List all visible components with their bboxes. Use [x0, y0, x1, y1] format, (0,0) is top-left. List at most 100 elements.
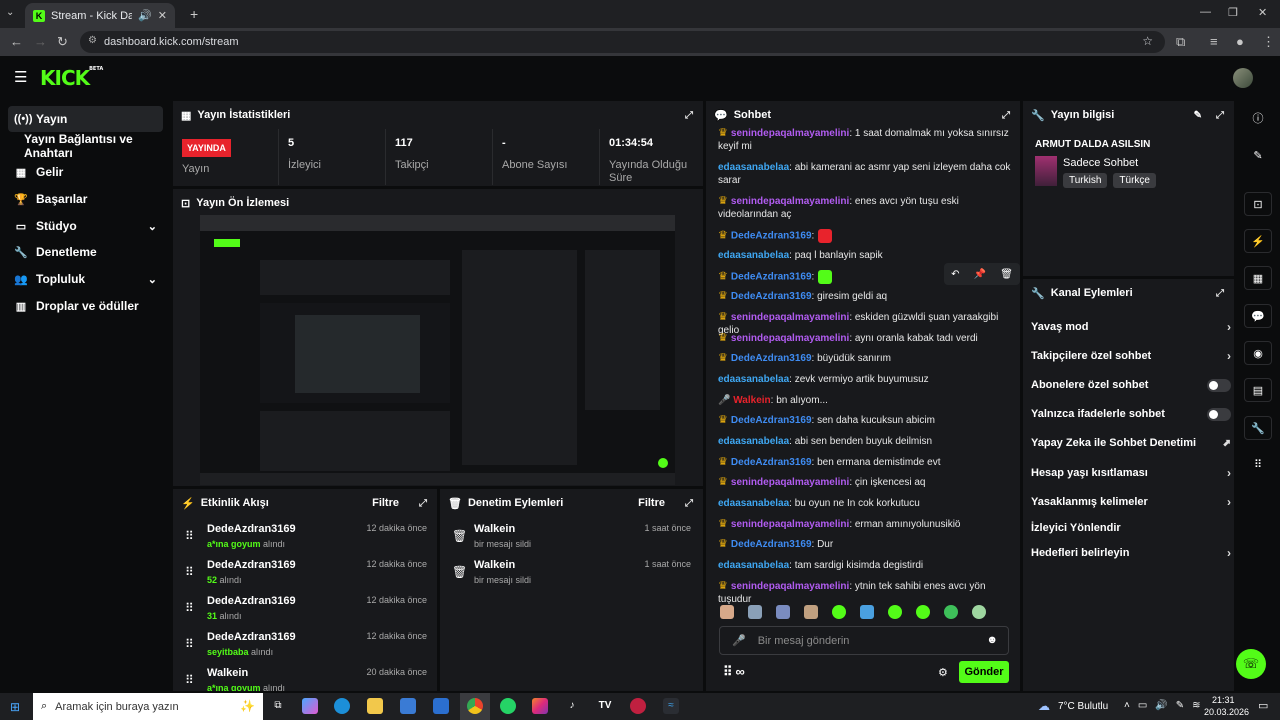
mail-icon[interactable]	[433, 698, 449, 714]
speaker-icon[interactable]: 🔊	[138, 9, 152, 22]
chat-message[interactable]: edaasanabelaa: bu oyun ne In cok korkutu…	[718, 497, 1018, 510]
pen-icon[interactable]: ✎	[1176, 700, 1184, 711]
instagram-icon[interactable]	[532, 698, 548, 714]
chat-message[interactable]: ♛ senindepaqalmayamelini: 1 saat domalma…	[718, 127, 1018, 153]
expand-icon[interactable]: ⤢	[1002, 110, 1010, 121]
wrench-icon[interactable]: 🔧	[1244, 416, 1272, 440]
wifi-icon[interactable]: ≋	[1192, 700, 1200, 711]
chat-username[interactable]: DedeAzdran3169	[731, 415, 812, 426]
chat-username[interactable]: DedeAzdran3169	[731, 457, 812, 468]
chat-message[interactable]: edaasanabelaa: paq l banlayin sapik	[718, 249, 1018, 262]
reading-list-icon[interactable]: ≡	[1210, 34, 1218, 49]
account-age-row[interactable]: Hesap yaşı kısıtlaması ›	[1031, 463, 1231, 483]
chat-username[interactable]: senindepaqalmayamelini	[731, 581, 849, 592]
kick-logo[interactable]: KICKBETA	[40, 66, 103, 90]
sidebar-item-droplar[interactable]: ▥ Droplar ve ödüller	[8, 293, 163, 319]
taskbar-search[interactable]: ⌕ Aramak için buraya yazın ✨	[33, 693, 263, 720]
chat-message[interactable]: edaasanabelaa: tam sardigi kisimda degis…	[718, 559, 1018, 572]
address-bar[interactable]: ⚙ dashboard.kick.com/stream ☆	[80, 31, 1165, 53]
expand-icon[interactable]: ⤢	[685, 498, 693, 509]
filter-button[interactable]: Filtre	[372, 497, 399, 509]
support-chat-icon[interactable]: ☏	[1236, 649, 1266, 679]
hamburger-menu-icon[interactable]: ☰	[14, 68, 27, 86]
menu-icon[interactable]: ⋮	[1262, 34, 1275, 50]
sidebar-item-basarilar[interactable]: 🏆 Başarılar	[8, 186, 163, 212]
expand-icon[interactable]: ⤢	[1216, 110, 1224, 121]
chat-message[interactable]: ♛ DedeAzdran3169:	[718, 229, 1018, 243]
chat-message[interactable]: edaasanabelaa: abi sen benden buyuk deil…	[718, 435, 1018, 448]
start-icon[interactable]: ⊞	[10, 700, 20, 714]
file-explorer-icon[interactable]	[367, 698, 383, 714]
chat-input[interactable]: 🎤 Bir mesaj gönderin ☻	[719, 626, 1009, 655]
clock-time[interactable]: 21:31	[1212, 695, 1235, 705]
chat-username[interactable]: edaasanabelaa	[718, 498, 789, 509]
broadcast-icon[interactable]: ◉	[1244, 341, 1272, 365]
emote-only-toggle[interactable]	[1207, 407, 1231, 421]
sidebar-item-studyo[interactable]: ▭ Stüdyo ⌄	[8, 213, 163, 239]
send-button[interactable]: Gönder	[959, 661, 1009, 683]
chat-message[interactable]: ♛ senindepaqalmayamelini: aynı oranla ka…	[718, 332, 1018, 345]
activity-user[interactable]: DedeAzdran3169	[207, 523, 296, 535]
points-display[interactable]: ⠿ ∞	[723, 664, 745, 680]
emote-icon[interactable]	[804, 605, 818, 619]
emote-icon[interactable]	[748, 605, 762, 619]
tab-list-icon[interactable]: ⌄	[6, 7, 14, 18]
pin-icon[interactable]: 📌	[974, 269, 986, 280]
delete-icon[interactable]: 🗑	[1000, 269, 1013, 280]
chat-message[interactable]: ♛ DedeAzdran3169: giresim geldi aq	[718, 290, 1018, 303]
bookmark-star-icon[interactable]: ☆	[1142, 34, 1153, 48]
emote-icon[interactable]	[860, 605, 874, 619]
minimize-icon[interactable]: —	[1200, 6, 1211, 18]
activity-user[interactable]: Walkein	[207, 667, 248, 679]
sidebar-item-stream-key[interactable]: Yayın Bağlantısı ve Anahtarı	[8, 132, 173, 160]
expand-icon[interactable]: ⤢	[419, 498, 427, 509]
host-row[interactable]: İzleyici Yönlendir	[1031, 518, 1231, 538]
stream-preview-video[interactable]	[200, 215, 675, 485]
undo-icon[interactable]: ↶	[951, 269, 959, 280]
task-view-icon[interactable]: ⧉	[270, 698, 286, 714]
volume-icon[interactable]: 🔊	[1155, 700, 1167, 711]
info-icon[interactable]: ⓘ	[1244, 106, 1272, 130]
close-tab-icon[interactable]: ✕	[158, 9, 167, 22]
chat-message[interactable]: 🎤 Walkein: bn alıyom...	[718, 394, 1018, 407]
extensions-icon[interactable]: ⧉	[1176, 34, 1185, 50]
activity-user[interactable]: DedeAzdran3169	[207, 595, 296, 607]
forward-icon[interactable]: →	[34, 34, 47, 49]
chat-message[interactable]: ♛ DedeAzdran3169: ben ermana demistimde …	[718, 456, 1018, 469]
chat-username[interactable]: edaasanabelaa	[718, 436, 789, 447]
chat-message[interactable]: ♛ senindepaqalmayamelini: erman amınıyol…	[718, 518, 1018, 531]
edit-icon[interactable]: ✎	[1244, 143, 1272, 167]
chat-username[interactable]: DedeAzdran3169	[731, 353, 812, 364]
chat-username[interactable]: DedeAzdran3169	[731, 539, 812, 550]
tray-icons[interactable]: ˄ ▭ 🔊 ✎ ≋	[1124, 700, 1201, 711]
stats-icon[interactable]: ▦	[1244, 266, 1272, 290]
clock-date[interactable]: 20.03.2026	[1204, 707, 1249, 717]
app-icon[interactable]: ≈	[663, 698, 679, 714]
reload-icon[interactable]: ↻	[57, 34, 68, 50]
app-icon[interactable]	[630, 698, 646, 714]
chat-settings-icon[interactable]: ⚙	[938, 666, 948, 679]
chat-message[interactable]: ♛ DedeAzdran3169: sen daha kucuksun abic…	[718, 414, 1018, 427]
chat-message[interactable]: edaasanabelaa: zevk vermiyo artik buyumu…	[718, 373, 1018, 386]
emote-icon[interactable]	[888, 605, 902, 619]
slow-mode-row[interactable]: Yavaş mod ›	[1031, 317, 1231, 337]
chat-username[interactable]: edaasanabelaa	[718, 162, 789, 173]
copilot-icon[interactable]	[302, 698, 318, 714]
restore-icon[interactable]: ❐	[1228, 6, 1238, 19]
weather-text[interactable]: 7°C Bulutlu	[1058, 701, 1108, 712]
chat-username[interactable]: DedeAzdran3169	[731, 231, 812, 242]
chat-username[interactable]: senindepaqalmayamelini	[731, 196, 849, 207]
expand-icon[interactable]: ⤢	[1216, 288, 1224, 299]
network-icon[interactable]: ▭	[1138, 700, 1147, 711]
lightning-icon[interactable]: ⚡	[1244, 229, 1272, 253]
emote-icon[interactable]	[720, 605, 734, 619]
preview-toggle-icon[interactable]: ⊡	[1244, 192, 1272, 216]
chat-icon[interactable]: 💬	[1244, 304, 1272, 328]
moderator-name[interactable]: Walkein	[474, 523, 515, 535]
chat-message[interactable]: ♛ senindepaqalmayamelini: ytnin tek sahi…	[718, 580, 1018, 606]
chat-username[interactable]: edaasanabelaa	[718, 560, 789, 571]
chat-message[interactable]: ♛ senindepaqalmayamelini: enes avcı yön …	[718, 195, 1018, 221]
tray-chevron-icon[interactable]: ˄	[1124, 700, 1130, 711]
chat-message[interactable]: ♛ DedeAzdran3169: Dur	[718, 538, 1018, 551]
user-avatar[interactable]	[1233, 68, 1253, 88]
